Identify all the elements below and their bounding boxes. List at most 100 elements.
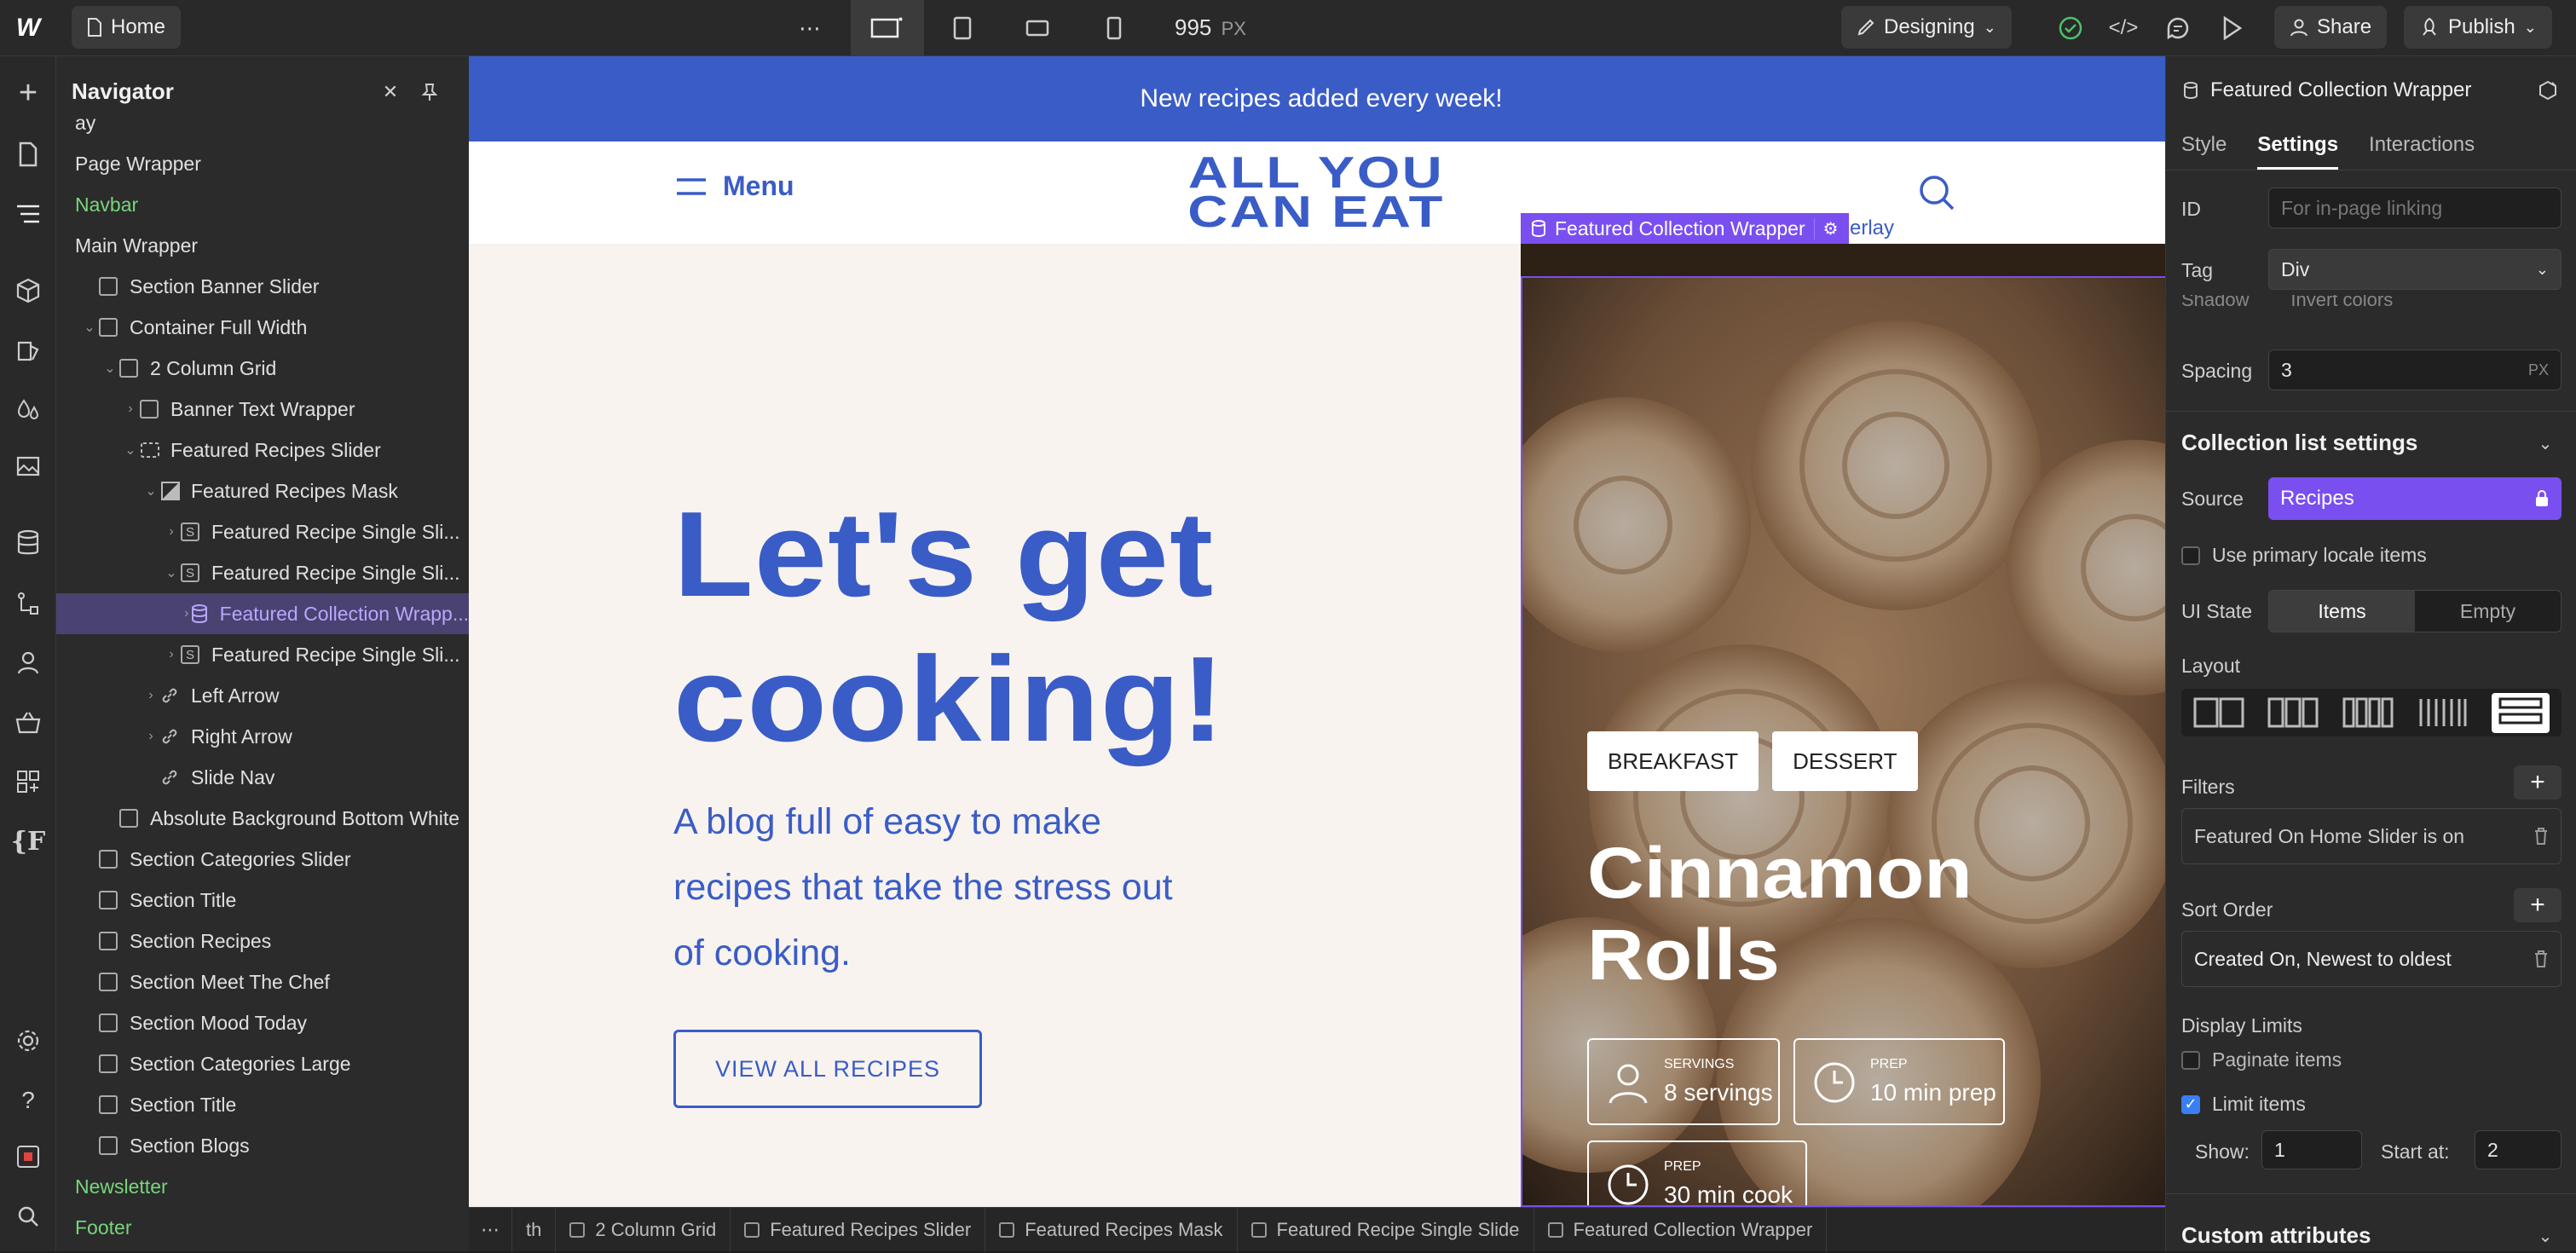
chevron-right-icon[interactable]: ›: [121, 401, 140, 417]
navigator-item[interactable]: Navbar: [56, 184, 469, 225]
navigator-item[interactable]: Section Blogs: [56, 1125, 469, 1166]
chevron-down-icon[interactable]: ⌄: [80, 319, 99, 336]
tab-style[interactable]: Style: [2181, 123, 2227, 170]
menu-button[interactable]: Menu: [675, 170, 794, 202]
settings-gear-icon[interactable]: ⚙: [1813, 217, 1839, 240]
variables-icon[interactable]: [7, 329, 49, 372]
primary-locale-checkbox[interactable]: Use primary locale items: [2181, 544, 2427, 567]
relume-icon[interactable]: {F: [7, 820, 49, 863]
navigator-item[interactable]: Main Wrapper: [56, 225, 469, 266]
design-canvas[interactable]: New recipes added every week! Menu ALL Y…: [469, 56, 2174, 1207]
chevron-right-icon[interactable]: ›: [142, 729, 160, 744]
styles-drops-icon[interactable]: [7, 389, 49, 431]
navigator-item[interactable]: ⌄ S Featured Recipe Single Sli...: [56, 552, 469, 593]
more-options-icon[interactable]: ⋯: [784, 7, 835, 49]
start-at-input[interactable]: 2: [2475, 1130, 2562, 1169]
chevron-down-icon[interactable]: ⌄: [2533, 428, 2558, 459]
paginate-checkbox[interactable]: Paginate items: [2181, 1048, 2342, 1071]
layout-two-columns-icon[interactable]: [2193, 696, 2244, 730]
layout-stacked-icon[interactable]: [2492, 692, 2550, 733]
navigator-item[interactable]: ⌄ Featured Recipes Mask: [56, 471, 469, 511]
logic-flow-icon[interactable]: [7, 581, 49, 624]
add-elements-icon[interactable]: +: [7, 72, 49, 114]
chevron-down-icon[interactable]: ⌄: [142, 482, 160, 499]
tablet-breakpoint-icon[interactable]: [931, 7, 994, 49]
layout-four-columns-icon[interactable]: [2342, 696, 2394, 730]
navigator-item[interactable]: Newsletter: [56, 1166, 469, 1207]
preview-play-icon[interactable]: [2211, 7, 2254, 49]
code-icon[interactable]: </>: [2102, 7, 2145, 49]
add-sort-button[interactable]: +: [2514, 888, 2562, 922]
ui-state-items[interactable]: Items: [2269, 591, 2415, 632]
chevron-down-icon[interactable]: ⌄: [121, 442, 140, 459]
view-all-recipes-button[interactable]: VIEW ALL RECIPES: [673, 1030, 982, 1108]
navigator-item[interactable]: ⌄ Featured Recipes Slider: [56, 430, 469, 471]
spacing-input[interactable]: 3 PX: [2268, 349, 2562, 390]
layout-three-columns-icon[interactable]: [2267, 696, 2319, 730]
tag-breakfast[interactable]: BREAKFAST: [1587, 731, 1759, 791]
mode-dropdown[interactable]: Designing ⌄: [1841, 6, 2012, 49]
component-icon[interactable]: [2531, 73, 2565, 107]
site-search-icon[interactable]: [1918, 174, 1955, 216]
navigator-item[interactable]: › S Featured Recipe Single Sli...: [56, 634, 469, 675]
chevron-down-icon[interactable]: ⌄: [162, 564, 181, 581]
briefcase-icon[interactable]: [7, 1246, 49, 1253]
trash-icon[interactable]: [2533, 827, 2549, 846]
navigator-item[interactable]: Section Categories Large: [56, 1043, 469, 1084]
share-button[interactable]: Share: [2274, 6, 2388, 49]
navigator-item[interactable]: Absolute Background Bottom White: [56, 798, 469, 839]
users-icon[interactable]: [7, 641, 49, 684]
featured-recipe-image[interactable]: BREAKFAST DESSERT Cinnamon Rolls SERVING…: [1521, 244, 2174, 1207]
navigator-item[interactable]: › Banner Text Wrapper: [56, 389, 469, 430]
tag-dessert[interactable]: DESSERT: [1772, 731, 1918, 791]
record-icon[interactable]: [7, 1135, 49, 1178]
add-filter-button[interactable]: +: [2514, 765, 2562, 800]
layout-six-columns-icon[interactable]: [2417, 696, 2469, 730]
page-selector-button[interactable]: Home: [72, 6, 182, 49]
navigator-item[interactable]: › Featured Collection Wrapp...: [56, 593, 469, 634]
desktop-breakpoint-icon[interactable]: [851, 0, 924, 56]
site-logo[interactable]: ALL YOU CAN EAT: [1135, 151, 1498, 234]
comment-icon[interactable]: [2157, 7, 2199, 49]
mobile-landscape-breakpoint-icon[interactable]: [1006, 7, 1069, 49]
tab-settings[interactable]: Settings: [2257, 123, 2339, 170]
navigator-item[interactable]: Section Title: [56, 1084, 469, 1125]
sort-item[interactable]: Created On, Newest to oldest: [2181, 931, 2562, 987]
cms-database-icon[interactable]: [7, 522, 49, 564]
breadcrumb-more-icon[interactable]: ⋯: [469, 1207, 512, 1252]
apps-icon[interactable]: [7, 760, 49, 803]
show-count-input[interactable]: 1: [2261, 1130, 2362, 1169]
tag-select[interactable]: Div ⌄: [2268, 249, 2562, 290]
id-field[interactable]: For in-page linking: [2268, 188, 2562, 228]
navigator-item[interactable]: Section Meet The Chef: [56, 961, 469, 1002]
navigator-item[interactable]: Section Title: [56, 880, 469, 921]
components-icon[interactable]: [7, 269, 49, 312]
chevron-right-icon[interactable]: ›: [162, 524, 181, 540]
navigator-item[interactable]: ⌄ Container Full Width: [56, 307, 469, 348]
webflow-logo-icon[interactable]: W: [5, 5, 51, 51]
navigator-item[interactable]: Section Categories Slider: [56, 839, 469, 880]
navigator-item[interactable]: Section Banner Slider: [56, 266, 469, 307]
breadcrumb-item[interactable]: th: [512, 1207, 557, 1252]
limit-items-checkbox[interactable]: ✓ Limit items: [2181, 1093, 2306, 1116]
chevron-right-icon[interactable]: ›: [142, 688, 160, 703]
ecommerce-basket-icon[interactable]: [7, 701, 49, 743]
chevron-right-icon[interactable]: ›: [182, 606, 191, 621]
navigator-icon[interactable]: [7, 193, 49, 235]
navigator-item[interactable]: Section Recipes: [56, 921, 469, 961]
navigator-item[interactable]: Slide Nav: [56, 757, 469, 798]
ui-state-empty[interactable]: Empty: [2415, 591, 2561, 632]
trash-icon[interactable]: [2533, 950, 2549, 968]
chevron-down-icon[interactable]: ⌄: [2533, 1221, 2558, 1251]
navigator-item[interactable]: ay: [56, 102, 469, 143]
navigator-item[interactable]: › Right Arrow: [56, 716, 469, 757]
navigator-item[interactable]: › S Featured Recipe Single Sli...: [56, 511, 469, 552]
selected-element-badge[interactable]: Featured Collection Wrapper ⚙: [1521, 213, 1849, 244]
settings-gear-icon[interactable]: [7, 1019, 49, 1062]
navigator-item[interactable]: ⌄ 2 Column Grid: [56, 348, 469, 389]
source-select[interactable]: Recipes: [2268, 477, 2562, 520]
breadcrumb-item[interactable]: Featured Recipes Slider: [731, 1207, 986, 1252]
search-icon[interactable]: [7, 1195, 49, 1238]
tab-interactions[interactable]: Interactions: [2369, 123, 2475, 170]
chevron-down-icon[interactable]: ⌄: [101, 360, 119, 377]
